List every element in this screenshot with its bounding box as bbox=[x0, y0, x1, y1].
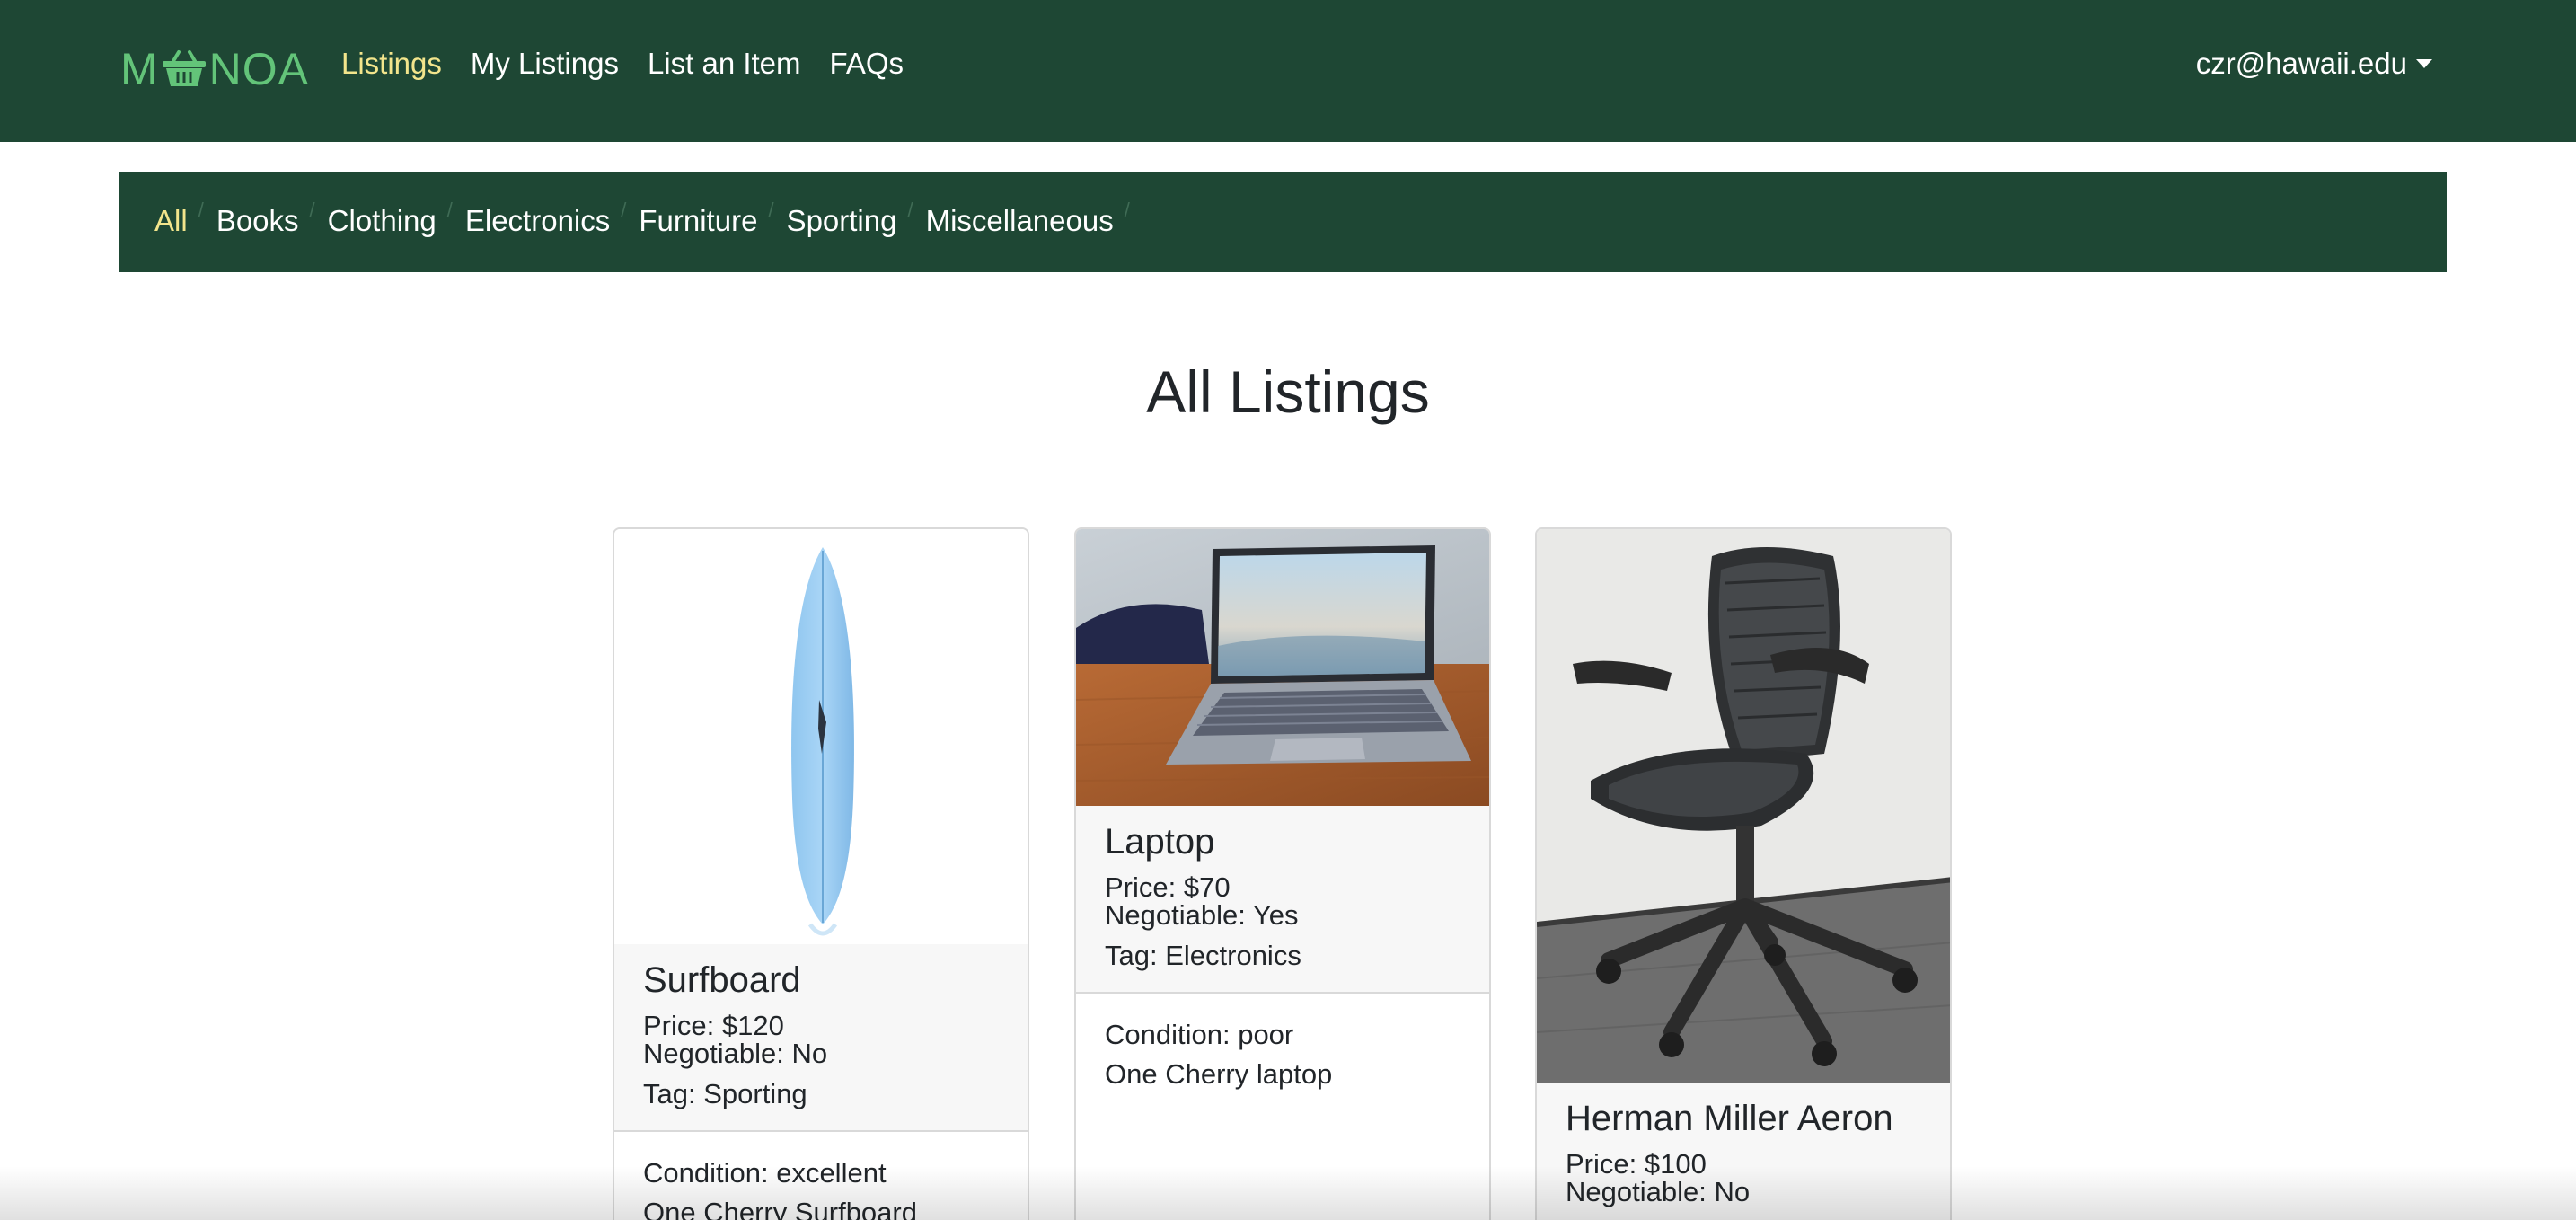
category-separator: / bbox=[1124, 199, 1130, 221]
nav-faqs[interactable]: FAQs bbox=[830, 47, 904, 81]
category-sporting[interactable]: Sporting bbox=[787, 204, 897, 238]
category-separator: / bbox=[198, 199, 204, 221]
listing-description: One Cherry Surfboard bbox=[643, 1197, 917, 1220]
category-separator: / bbox=[907, 199, 913, 221]
brand-text-left: M bbox=[120, 44, 159, 94]
listing-name: Laptop bbox=[1105, 822, 1215, 862]
listing-card-surfboard[interactable]: Surfboard Price: $120 Negotiable: No Tag… bbox=[613, 527, 1029, 1220]
nav-my-listings[interactable]: My Listings bbox=[471, 47, 619, 81]
main-nav: Listings My Listings List an Item FAQs bbox=[341, 47, 932, 81]
listing-negotiable: Negotiable: No bbox=[1566, 1176, 1751, 1207]
category-furniture[interactable]: Furniture bbox=[639, 204, 757, 238]
category-separator: / bbox=[446, 199, 453, 221]
brand-logo[interactable]: M NOA bbox=[120, 40, 309, 99]
category-bar: All / Books / Clothing / Electronics / F… bbox=[119, 172, 2447, 272]
listing-condition: Condition: excellent bbox=[643, 1157, 887, 1189]
listing-description: One Cherry laptop bbox=[1105, 1058, 1333, 1090]
category-miscellaneous[interactable]: Miscellaneous bbox=[926, 204, 1114, 238]
nav-listings[interactable]: Listings bbox=[341, 47, 442, 81]
card-body: Condition: excellent One Cherry Surfboar… bbox=[614, 1132, 1028, 1220]
listing-price: Price: $70 bbox=[1105, 871, 1231, 903]
page-title: All Listings bbox=[1146, 358, 1430, 425]
listing-name: Herman Miller Aeron bbox=[1566, 1099, 1893, 1138]
listing-condition: Condition: poor bbox=[1105, 1019, 1294, 1050]
category-separator: / bbox=[309, 199, 315, 221]
basket-icon bbox=[162, 50, 206, 86]
listing-price: Price: $120 bbox=[643, 1010, 784, 1041]
card-header: Herman Miller Aeron Price: $100 Negotiab… bbox=[1537, 1083, 1950, 1220]
category-electronics[interactable]: Electronics bbox=[465, 204, 610, 238]
laptop-image bbox=[1076, 529, 1489, 806]
card-header: Surfboard Price: $120 Negotiable: No Tag… bbox=[614, 944, 1028, 1132]
category-all[interactable]: All bbox=[154, 204, 188, 238]
user-menu-dropdown[interactable]: czr@hawaii.edu bbox=[2196, 47, 2432, 81]
category-separator: / bbox=[768, 199, 774, 221]
card-body: Condition: poor One Cherry laptop bbox=[1076, 994, 1489, 1116]
listing-card-laptop[interactable]: Laptop Price: $70 Negotiable: Yes Tag: E… bbox=[1074, 527, 1491, 1220]
category-clothing[interactable]: Clothing bbox=[328, 204, 437, 238]
listing-price: Price: $100 bbox=[1566, 1148, 1707, 1180]
top-navbar: M NOA Listings My Listings List an Item … bbox=[0, 0, 2576, 142]
nav-list-an-item[interactable]: List an Item bbox=[648, 47, 801, 81]
category-books[interactable]: Books bbox=[216, 204, 299, 238]
surfboard-image bbox=[614, 529, 1028, 944]
listing-negotiable: Negotiable: Yes bbox=[1105, 899, 1299, 931]
user-email: czr@hawaii.edu bbox=[2195, 47, 2407, 80]
card-header: Laptop Price: $70 Negotiable: Yes Tag: E… bbox=[1076, 806, 1489, 994]
listing-card-herman-miller-aeron[interactable]: Herman Miller Aeron Price: $100 Negotiab… bbox=[1535, 527, 1952, 1220]
listing-negotiable: Negotiable: No bbox=[643, 1038, 828, 1069]
listing-tag: Tag: Electronics bbox=[1105, 940, 1301, 971]
listing-name: Surfboard bbox=[643, 960, 801, 1000]
category-separator: / bbox=[621, 199, 627, 221]
listing-tag: Tag: Sporting bbox=[643, 1078, 807, 1109]
chevron-down-icon bbox=[2416, 59, 2432, 68]
brand-text-right: NOA bbox=[208, 44, 310, 94]
office-chair-image bbox=[1537, 529, 1950, 1083]
